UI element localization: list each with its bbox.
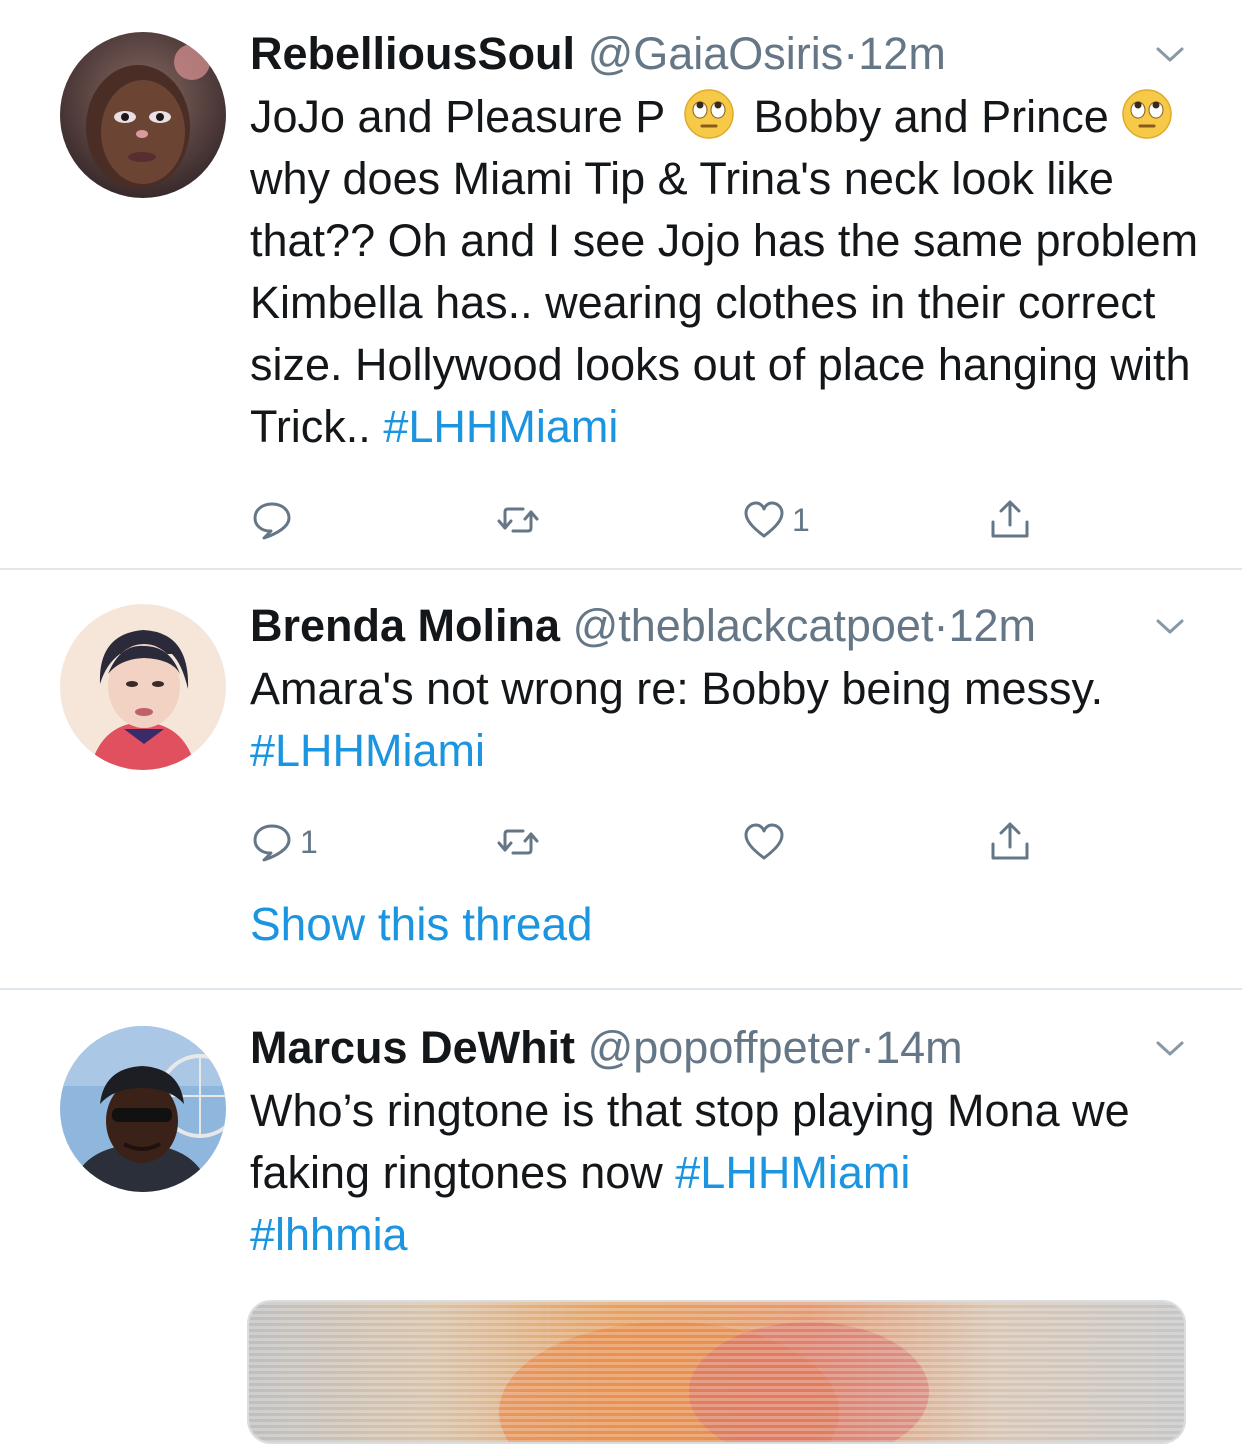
emoji-rolling-eyes-icon [684, 89, 734, 139]
timestamp[interactable]: 14m [875, 1022, 963, 1073]
avatar[interactable] [60, 604, 226, 770]
tweet-media[interactable] [247, 1300, 1186, 1444]
timestamp[interactable]: 12m [858, 28, 946, 79]
share-button[interactable] [988, 492, 1032, 548]
reply-count: 1 [300, 823, 318, 860]
reply-icon [253, 502, 291, 540]
tweet-header: Brenda Molina @theblackcatpoet·12m [250, 596, 1036, 656]
user-handle[interactable]: @theblackcatpoet [573, 600, 934, 651]
retweet-icon [497, 507, 539, 533]
media-image [249, 1302, 1184, 1442]
tweet-text: Who’s ringtone is that stop playing Mona… [250, 1080, 1200, 1266]
tweet-header: RebelliousSoul @GaiaOsiris·12m [250, 24, 946, 84]
tweet-actions: 1 [250, 492, 1050, 548]
like-button[interactable] [742, 814, 792, 870]
chevron-down-icon[interactable] [1150, 612, 1190, 642]
retweet-icon [497, 829, 539, 855]
separator-dot: · [933, 600, 949, 651]
avatar[interactable] [60, 32, 226, 198]
show-thread-link[interactable]: Show this thread [250, 894, 593, 954]
user-handle[interactable]: @GaiaOsiris [588, 28, 844, 79]
tweet-actions: 1 [250, 814, 1050, 870]
tweet-1[interactable]: RebelliousSoul @GaiaOsiris·12m JoJo and … [0, 22, 1242, 562]
separator-dot: · [843, 28, 859, 79]
user-handle[interactable]: @popoffpeter [588, 1022, 861, 1073]
like-count: 1 [792, 501, 810, 538]
like-icon [744, 823, 784, 860]
tweet-2[interactable]: Brenda Molina @theblackcatpoet·12m Amara… [0, 594, 1242, 984]
reply-icon [253, 824, 291, 862]
display-name[interactable]: RebelliousSoul [250, 28, 575, 79]
avatar-image [60, 32, 226, 198]
avatar[interactable] [60, 1026, 226, 1192]
share-icon [991, 500, 1029, 538]
display-name[interactable]: Brenda Molina [250, 600, 560, 651]
retweet-button[interactable] [496, 492, 546, 548]
emoji-rolling-eyes-icon [1122, 89, 1172, 139]
separator-dot: · [860, 1022, 876, 1073]
hashtag-link[interactable]: #LHHMiami [383, 401, 618, 452]
chevron-down-icon[interactable] [1150, 40, 1190, 70]
like-icon [744, 501, 784, 538]
share-icon [991, 822, 1029, 860]
timestamp[interactable]: 12m [948, 600, 1036, 651]
avatar-image [60, 604, 226, 770]
tweet-divider [0, 568, 1242, 570]
retweet-button[interactable] [496, 814, 546, 870]
like-button[interactable]: 1 [742, 492, 810, 548]
reply-button[interactable]: 1 [250, 814, 318, 870]
tweet-divider [0, 988, 1242, 990]
hashtag-link[interactable]: #lhhmia [250, 1209, 408, 1260]
tweet-text: JoJo and Pleasure P Bobby and Prince why… [250, 86, 1200, 458]
tweet-text: Amara's not wrong re: Bobby being messy.… [250, 658, 1200, 782]
tweet-text-part: Bobby and Prince [753, 91, 1109, 142]
tweet-text-part: JoJo and Pleasure P [250, 91, 665, 142]
display-name[interactable]: Marcus DeWhit [250, 1022, 575, 1073]
hashtag-link[interactable]: #LHHMiami [250, 725, 485, 776]
avatar-image [60, 1026, 226, 1192]
share-button[interactable] [988, 814, 1032, 870]
reply-button[interactable] [250, 492, 300, 548]
tweet-header: Marcus DeWhit @popoffpeter·14m [250, 1018, 963, 1078]
chevron-down-icon[interactable] [1150, 1034, 1190, 1064]
hashtag-link[interactable]: #LHHMiami [675, 1147, 910, 1198]
tweet-text-part: Amara's not wrong re: Bobby being messy. [250, 663, 1104, 714]
